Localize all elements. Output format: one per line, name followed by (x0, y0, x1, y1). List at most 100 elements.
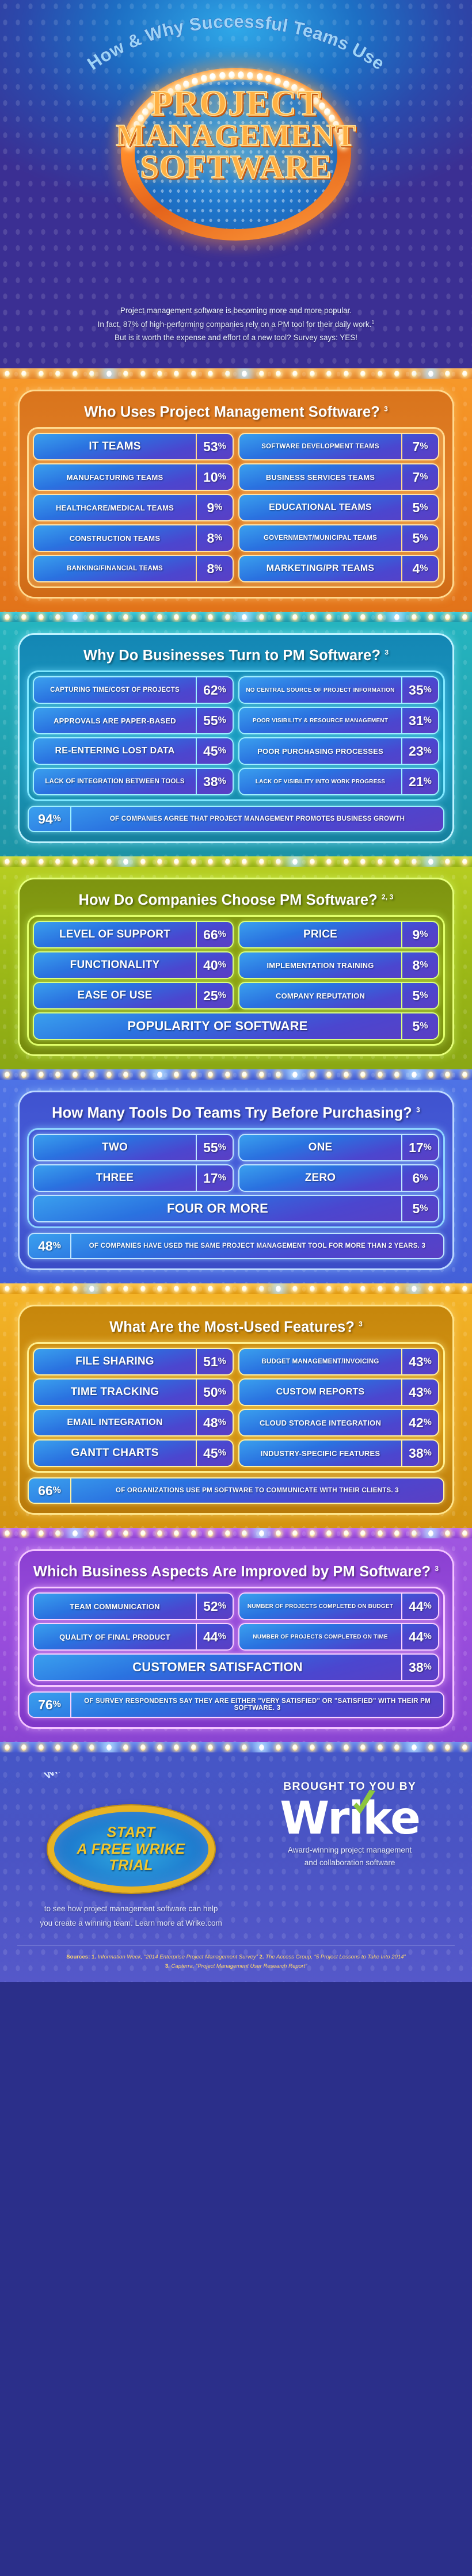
stat-value: 38% (402, 1441, 438, 1466)
stat-value: 5% (402, 1013, 438, 1039)
stat-row: GANTT CHARTS45% (34, 1441, 233, 1466)
light-bulb (191, 1744, 196, 1751)
stat-grid: FILE SHARING51%BUDGET MANAGEMENT/INVOICI… (29, 1344, 443, 1471)
stat-row: PRICE9% (239, 922, 438, 947)
percent-sign: % (424, 1448, 432, 1458)
source-3-text: Capterra, “Project Management User Resea… (172, 1963, 307, 1969)
stat-row: EDUCATIONAL TEAMS5% (239, 495, 438, 520)
section-how-many-tools: How Many Tools Do Teams Try Before Purch… (0, 1069, 472, 1283)
light-bulb (462, 1744, 467, 1751)
checkmark-icon (350, 1789, 378, 1816)
source-3-number: 3. (165, 1963, 170, 1969)
jackpot-arc-svg: Win the Team Productivity Jackpot (17, 1772, 248, 1805)
light-bulb (259, 1744, 264, 1751)
stat-label: FILE SHARING (34, 1349, 197, 1374)
free-trial-button[interactable]: START A FREE WRIKE TRIAL (48, 1805, 215, 1893)
light-bulb (394, 1744, 399, 1751)
stat-value: 48% (197, 1410, 233, 1435)
stat-value: 5% (402, 525, 438, 551)
section-body: Why Do Businesses Turn to PM Software? 3… (0, 622, 472, 856)
stat-row: LACK OF VISIBILITY INTO WORK PROGRESS21% (239, 769, 438, 794)
light-bulb (39, 1744, 44, 1751)
arc-title-text: How & Why Successful Teams Use (83, 15, 388, 74)
title-line-software: SOFTWARE (0, 151, 472, 182)
stat-value: 6% (402, 1165, 438, 1191)
section-title: How Do Companies Choose PM Software? 2, … (29, 892, 443, 909)
stat-label: GOVERNMENT/MUNICIPAL TEAMS (239, 525, 402, 551)
stat-label: TWO (34, 1135, 197, 1160)
stat-label: PRICE (239, 922, 402, 947)
section-body: Who Uses Project Management Software? 3I… (0, 379, 472, 612)
percent-sign: % (214, 563, 222, 574)
stat-row: MANUFACTURING TEAMS10% (34, 464, 233, 490)
section-body: What Are the Most-Used Features? 3FILE S… (0, 1294, 472, 1528)
light-bulb (225, 1744, 230, 1751)
source-1-number: 1. (92, 1954, 96, 1960)
light-bulb (292, 1744, 298, 1751)
stat-row: COMPANY REPUTATION5% (239, 983, 438, 1008)
stat-label: FOUR OR MORE (34, 1196, 402, 1221)
sources-line-1: Sources: 1. Information Week, “2014 Ente… (17, 1953, 455, 1962)
stat-value: 9% (402, 922, 438, 947)
stat-row: THREE17% (34, 1165, 233, 1191)
percent-sign: % (424, 1601, 432, 1611)
main-title: PROJECT MANAGEMENT SOFTWARE (0, 87, 472, 182)
cta-line-1: START (77, 1824, 185, 1841)
light-bulb (378, 1744, 383, 1751)
percent-sign: % (424, 1662, 432, 1672)
percent-sign: % (218, 1601, 226, 1611)
intro-line-2-text: In fact, 87% of high-performing companie… (98, 320, 372, 329)
stat-value: 38% (402, 1655, 438, 1680)
stat-value: 43% (402, 1349, 438, 1374)
stat-value: 5% (402, 1196, 438, 1221)
stat-row: FUNCTIONALITY40% (34, 952, 233, 978)
percent-sign: % (218, 746, 226, 756)
banner-text: OF COMPANIES AGREE THAT PROJECT MANAGEME… (71, 807, 443, 831)
footer-caption-line-2: you create a winning team. Learn more at… (17, 1916, 245, 1931)
stat-value: 66% (197, 922, 233, 947)
stat-label: SOFTWARE DEVELOPMENT TEAMS (239, 434, 402, 459)
stat-value: 44% (402, 1594, 438, 1619)
medallion-bulb (219, 72, 226, 79)
stat-row: SOFTWARE DEVELOPMENT TEAMS7% (239, 434, 438, 459)
percent-sign: % (53, 1241, 61, 1251)
percent-sign: % (218, 960, 226, 970)
stat-value: 7% (402, 464, 438, 490)
stat-row: INDUSTRY-SPECIFIC FEATURES38% (239, 1441, 438, 1466)
free-trial-label: START A FREE WRIKE TRIAL (77, 1824, 185, 1874)
stat-row: ZERO6% (239, 1165, 438, 1191)
stat-value: 8% (197, 525, 233, 551)
stat-value: 5% (402, 983, 438, 1008)
light-bulb (276, 1744, 281, 1751)
stat-row: POPULARITY OF SOFTWARE5% (34, 1013, 438, 1039)
stat-value: 45% (197, 1441, 233, 1466)
percent-sign: % (424, 746, 432, 756)
section-why-turn: Why Do Businesses Turn to PM Software? 3… (0, 612, 472, 856)
stat-label: LEVEL OF SUPPORT (34, 922, 197, 947)
stat-label: THREE (34, 1165, 197, 1191)
stat-row: ONE17% (239, 1135, 438, 1160)
stat-row: IT TEAMS53% (34, 434, 233, 459)
percent-sign: % (218, 1387, 226, 1397)
percent-sign: % (218, 1142, 226, 1153)
header-hero: How & Why Successful Teams Use PROJECT M… (0, 0, 472, 368)
stat-row: HEALTHCARE/MEDICAL TEAMS9% (34, 495, 233, 520)
stat-label: ONE (239, 1135, 402, 1160)
intro-line-1: Project management software is becoming … (35, 304, 437, 317)
stat-grid: LEVEL OF SUPPORT66%PRICE9%FUNCTIONALITY4… (29, 917, 443, 1044)
percent-sign: % (424, 776, 432, 787)
svg-text:How & Why Successful Teams Use: How & Why Successful Teams Use (83, 15, 388, 74)
stat-value: 40% (197, 952, 233, 978)
stat-value: 7% (402, 434, 438, 459)
medallion-bulb (229, 71, 235, 79)
section-banner: 48%OF COMPANIES HAVE USED THE SAME PROJE… (29, 1234, 443, 1258)
stat-label: IT TEAMS (34, 434, 197, 459)
stat-grid: CAPTURING TIME/COST OF PROJECTS62%NO CEN… (29, 672, 443, 799)
stat-value: 51% (197, 1349, 233, 1374)
stat-label: CUSTOM REPORTS (239, 1380, 402, 1405)
percent-sign: % (218, 929, 226, 940)
section-banner: 76%OF SURVEY RESPONDENTS SAY THEY ARE EI… (29, 1693, 443, 1717)
light-bulb (242, 1744, 247, 1751)
stat-grid: TEAM COMMUNICATION52%NUMBER OF PROJECTS … (29, 1588, 443, 1685)
banner-text: OF SURVEY RESPONDENTS SAY THEY ARE EITHE… (71, 1693, 443, 1717)
